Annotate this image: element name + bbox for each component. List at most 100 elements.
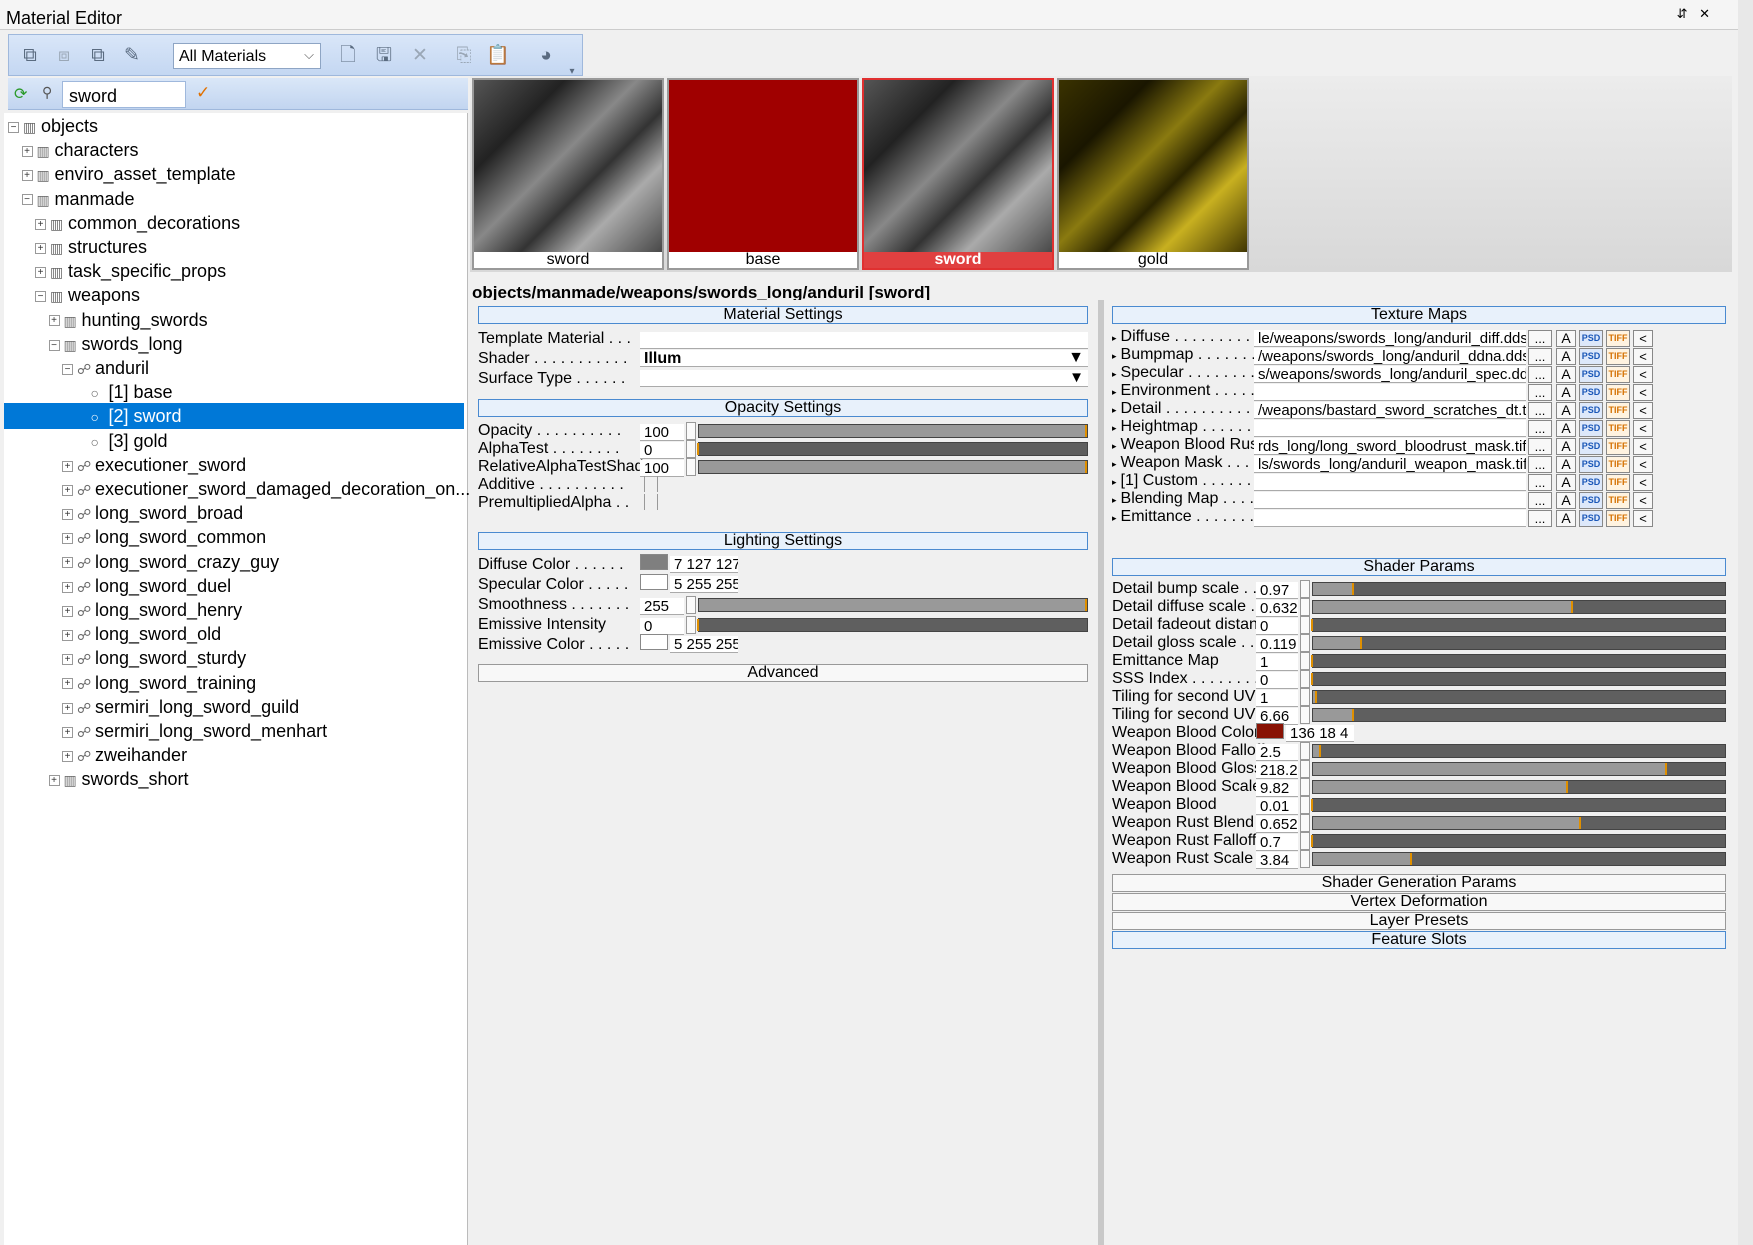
open-tiff-button[interactable]: TIFF xyxy=(1606,492,1630,509)
shader-param-spinner[interactable] xyxy=(1300,832,1310,850)
shader-param-spinner[interactable] xyxy=(1300,814,1310,832)
clear-texture-button[interactable]: < xyxy=(1633,402,1653,419)
lighting-settings-header[interactable]: Lighting Settings xyxy=(478,532,1088,550)
shader-params-header[interactable]: Shader Params xyxy=(1112,558,1726,576)
smoothness-value[interactable]: 255 xyxy=(640,598,684,615)
tree-node[interactable]: − ▥ manmade xyxy=(4,186,464,212)
auto-assign-button[interactable]: A xyxy=(1556,366,1576,383)
template-material-field[interactable] xyxy=(640,332,1088,349)
texture-path-field[interactable]: le/weapons/swords_long/anduril_diff.dds xyxy=(1254,330,1526,347)
auto-assign-button[interactable]: A xyxy=(1556,492,1576,509)
advanced-header[interactable]: Advanced xyxy=(478,664,1088,682)
tree-node[interactable]: + ☍ long_sword_broad xyxy=(4,500,464,526)
texture-path-field[interactable]: rds_long/long_sword_bloodrust_mask.tif xyxy=(1254,438,1526,455)
paste-material-icon[interactable]: 📋 xyxy=(483,41,513,71)
shader-param-slider[interactable] xyxy=(1312,816,1726,830)
open-tiff-button[interactable]: TIFF xyxy=(1606,348,1630,365)
shader-param-slider[interactable] xyxy=(1311,834,1726,848)
opacity-row-spinner[interactable] xyxy=(686,422,696,440)
shader-param-slider[interactable] xyxy=(1312,582,1726,596)
open-psd-button[interactable]: PSD xyxy=(1579,492,1603,509)
texture-path-field[interactable]: /weapons/swords_long/anduril_ddna.dds xyxy=(1254,348,1526,365)
texture-path-field[interactable]: s/weapons/swords_long/anduril_spec.dds xyxy=(1254,366,1526,383)
opacity-checkbox[interactable] xyxy=(644,476,658,492)
opacity-checkbox[interactable] xyxy=(644,494,658,510)
opacity-row-slider[interactable] xyxy=(698,424,1088,438)
tree-node[interactable]: − ▥ swords_long xyxy=(4,331,464,357)
open-psd-button[interactable]: PSD xyxy=(1579,384,1603,401)
browse-button[interactable]: ... xyxy=(1528,384,1552,401)
shader-param-slider[interactable] xyxy=(1311,672,1726,686)
open-psd-button[interactable]: PSD xyxy=(1579,456,1603,473)
tree-node[interactable]: + ☍ long_sword_henry xyxy=(4,597,464,623)
open-psd-button[interactable]: PSD xyxy=(1579,474,1603,491)
expand-toggle-icon[interactable]: + xyxy=(48,775,60,787)
shader-param-value[interactable]: 3.84 xyxy=(1256,852,1298,869)
shader-param-slider[interactable] xyxy=(1312,852,1726,866)
smoothness-spinner[interactable] xyxy=(686,596,696,614)
material-preview[interactable]: sword xyxy=(862,78,1054,270)
opacity-row-value[interactable]: 0 xyxy=(640,442,684,459)
open-tiff-button[interactable]: TIFF xyxy=(1606,510,1630,527)
open-tiff-button[interactable]: TIFF xyxy=(1606,420,1630,437)
clear-texture-button[interactable]: < xyxy=(1633,330,1653,347)
clear-texture-button[interactable]: < xyxy=(1633,510,1653,527)
shader-param-spinner[interactable] xyxy=(1300,652,1310,670)
texture-path-field[interactable] xyxy=(1254,420,1526,437)
collapsed-section-header[interactable]: Vertex Deformation xyxy=(1112,893,1726,911)
shader-param-spinner[interactable] xyxy=(1300,634,1310,652)
open-tiff-button[interactable]: TIFF xyxy=(1606,402,1630,419)
shader-param-slider[interactable] xyxy=(1312,708,1726,722)
reset-material-icon[interactable]: ⧈ xyxy=(49,41,79,71)
expand-toggle-icon[interactable]: + xyxy=(62,605,73,617)
browse-button[interactable]: ... xyxy=(1528,510,1552,527)
shader-param-value[interactable]: 1 xyxy=(1256,654,1298,671)
open-tiff-button[interactable]: TIFF xyxy=(1606,330,1630,347)
expand-triangle-icon[interactable]: ▸ xyxy=(1112,495,1117,506)
tree-node[interactable]: ○ [2] sword xyxy=(4,403,464,430)
shader-param-spinner[interactable] xyxy=(1300,742,1310,760)
clear-texture-button[interactable]: < xyxy=(1633,474,1653,491)
tree-node[interactable]: + ☍ long_sword_sturdy xyxy=(4,645,464,671)
tree-node[interactable]: + ☍ executioner_sword_damaged_decoration_o… xyxy=(4,476,470,502)
tree-node[interactable]: + ▥ structures xyxy=(4,234,464,260)
assign-material-icon[interactable]: ⧉ xyxy=(15,41,45,71)
open-psd-button[interactable]: PSD xyxy=(1579,438,1603,455)
material-filter-dropdown[interactable]: All Materials ⌵ xyxy=(173,43,321,69)
shader-param-value[interactable]: 0.01 xyxy=(1256,798,1298,815)
material-settings-header[interactable]: Material Settings xyxy=(478,306,1088,324)
expand-triangle-icon[interactable]: ▸ xyxy=(1112,387,1117,398)
shader-param-value[interactable]: 2.5 xyxy=(1256,744,1298,761)
material-preview[interactable]: gold xyxy=(1057,78,1249,270)
emissive-color-value[interactable]: 5 255 255 xyxy=(670,636,738,653)
texture-path-field[interactable]: ls/swords_long/anduril_weapon_mask.tif xyxy=(1254,456,1526,473)
diffuse-color-value[interactable]: 7 127 127 xyxy=(670,556,738,573)
auto-assign-button[interactable]: A xyxy=(1556,438,1576,455)
auto-assign-button[interactable]: A xyxy=(1556,456,1576,473)
expand-toggle-icon[interactable]: + xyxy=(21,145,33,157)
expand-toggle-icon[interactable]: + xyxy=(62,484,73,496)
get-material-icon[interactable]: ⧉ xyxy=(83,41,113,71)
expand-triangle-icon[interactable]: ▸ xyxy=(1112,459,1117,470)
expand-toggle-icon[interactable]: + xyxy=(62,629,73,641)
open-tiff-button[interactable]: TIFF xyxy=(1606,366,1630,383)
browse-button[interactable]: ... xyxy=(1528,456,1552,473)
opacity-settings-header[interactable]: Opacity Settings xyxy=(478,399,1088,417)
window-scrollbar[interactable] xyxy=(1738,0,1753,1245)
tree-node[interactable]: ○ [3] gold xyxy=(4,428,464,454)
shader-param-value[interactable]: 9.82 xyxy=(1256,780,1298,797)
expand-toggle-icon[interactable]: − xyxy=(62,363,73,375)
clear-texture-button[interactable]: < xyxy=(1633,366,1653,383)
smoothness-slider[interactable] xyxy=(698,598,1088,612)
auto-assign-button[interactable]: A xyxy=(1556,420,1576,437)
clear-texture-button[interactable]: < xyxy=(1633,384,1653,401)
tree-node[interactable]: + ☍ long_sword_old xyxy=(4,621,464,647)
expand-triangle-icon[interactable]: ▸ xyxy=(1112,333,1117,344)
browse-button[interactable]: ... xyxy=(1528,420,1552,437)
texture-path-field[interactable] xyxy=(1254,384,1526,401)
shader-param-spinner[interactable] xyxy=(1300,706,1310,724)
expand-toggle-icon[interactable]: + xyxy=(62,508,73,520)
pin-close-icons[interactable]: ⇵ ✕ xyxy=(1677,6,1714,22)
expand-triangle-icon[interactable]: ▸ xyxy=(1112,513,1117,524)
clear-texture-button[interactable]: < xyxy=(1633,420,1653,437)
